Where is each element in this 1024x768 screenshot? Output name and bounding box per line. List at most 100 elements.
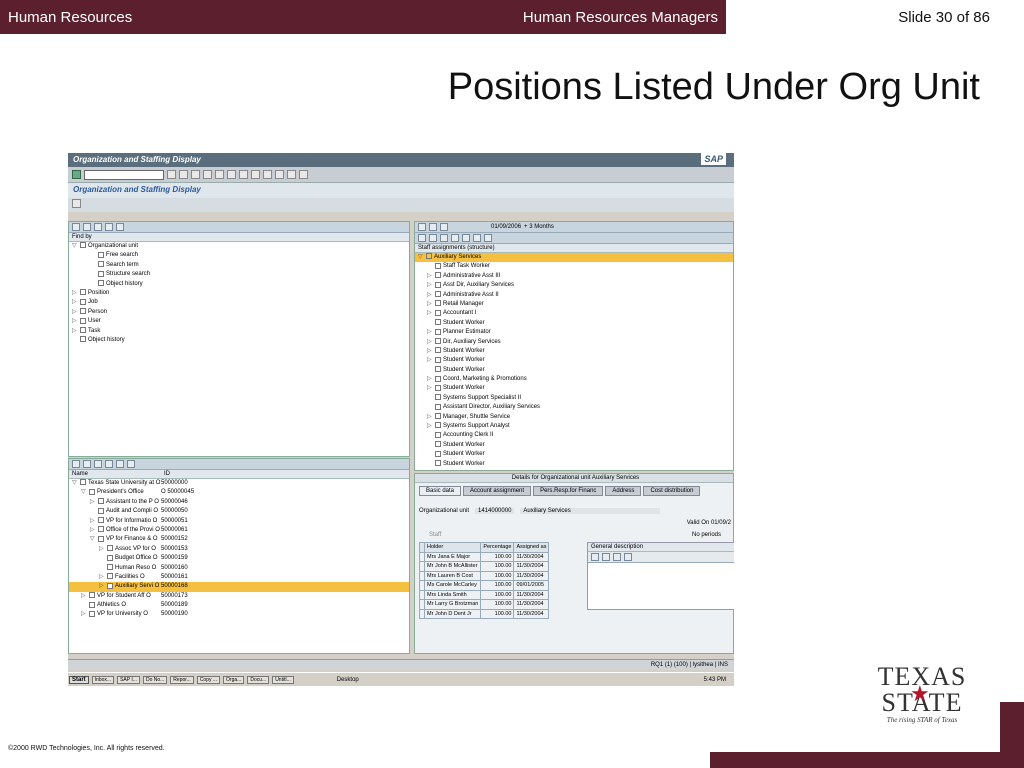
find-tree-icon[interactable] [83,460,91,468]
expand-triangle-icon[interactable]: ▷ [72,317,80,326]
org-tree-row[interactable]: ▷ Office of the Provi O50000061 [69,526,409,535]
key-date[interactable]: 01/09/2006 [491,224,521,230]
cut-icon[interactable] [591,553,599,561]
taskbar-button[interactable]: Inbox... [91,675,115,684]
org-tree-row[interactable]: ▷ Facilities O 50000161 [69,573,409,582]
org-tree-row[interactable]: Human Reso O 50000160 [69,563,409,573]
help-icon[interactable] [299,170,308,179]
staff-row[interactable]: ▷ Asst Dir, Auxiliary Services [415,281,733,290]
table-row[interactable]: Ms Carole McCarley 100.00 09/01/2005 [419,580,550,591]
taskbar-button[interactable]: Do No... [142,675,168,684]
orgunit-name[interactable]: Auxiliary Services [520,508,661,514]
print-list-icon[interactable] [451,234,459,242]
staff-row[interactable]: ▷ Retail Manager [415,300,733,309]
findby-item[interactable]: Object history [69,336,409,345]
table-row[interactable]: Mrs Linda Smith 100.00 11/30/2004 [419,589,550,600]
filter-icon[interactable] [116,223,124,231]
expand-triangle-icon[interactable]: ▽ [72,479,80,488]
org-tree-row[interactable]: ▷ VP for Informatio O 50000051 [69,516,409,526]
staff-row[interactable]: ▷ Coord, Marketing & Promotions [415,375,733,384]
expand-triangle-icon[interactable]: ▷ [427,309,435,318]
findby-item[interactable]: ▷ Task [69,326,409,336]
expand-triangle-icon[interactable]: ▷ [99,545,107,554]
org-tree-row[interactable]: ▷ Assistant to the P O 50000046 [69,498,409,507]
staff-row[interactable]: Student Worker [415,450,733,459]
expand-triangle-icon[interactable]: ▷ [81,592,89,601]
staff-row[interactable]: Staff Task Worker [415,262,733,271]
tab-account-assignment[interactable]: Account assignment [463,486,532,496]
staff-row[interactable]: ▷ Administrative Asst III [415,272,733,281]
next-page-icon[interactable] [263,170,272,179]
staff-row[interactable]: Assistant Director, Auxiliary Services [415,403,733,412]
table-row[interactable]: Mrs Jana E Major 100.00 11/30/2004 [419,551,550,562]
taskbar-button[interactable]: Docu... [247,675,270,684]
collapse-icon[interactable] [105,460,113,468]
staff-row[interactable]: Student Worker [415,441,733,450]
taskbar-button[interactable]: Copy ... [196,675,221,684]
tab-basic-data[interactable]: Basic data [419,486,462,496]
exit-icon[interactable] [191,170,200,179]
tab-address[interactable]: Address [605,486,642,496]
last-page-icon[interactable] [275,170,284,179]
grid-icon[interactable] [484,234,492,242]
table-row[interactable]: Mr John B McAllister 100.00 11/30/2004 [419,561,550,572]
expand-triangle-icon[interactable]: ▷ [72,298,80,307]
org-tree-row[interactable]: ▷ Assoc VP for O 50000153 [69,545,409,554]
staff-row[interactable]: Accounting Clerk II [415,431,733,440]
staff-row[interactable]: Student Worker [415,319,733,328]
forward-nav-icon[interactable] [83,223,91,231]
expand-triangle-icon[interactable]: ▽ [81,488,89,497]
new-session-icon[interactable] [287,170,296,179]
staff-row[interactable]: ▷ Student Worker [415,356,733,365]
staff-row[interactable]: ▷ Administrative Asst II [415,290,733,300]
up-icon[interactable] [429,234,437,242]
expand-triangle-icon[interactable]: ▷ [427,328,435,337]
expand-triangle-icon[interactable]: ▷ [81,610,89,619]
staff-row[interactable]: ▷ Planner Estimator [415,328,733,337]
expand-triangle-icon[interactable]: ▷ [427,375,435,384]
findby-item[interactable]: ▷ User [69,317,409,326]
undo-icon[interactable] [624,553,632,561]
expand-triangle-icon[interactable]: ▷ [72,308,80,317]
back-nav-icon[interactable] [72,223,80,231]
orgunit-id[interactable]: 1414000000 [475,508,515,514]
expand-triangle-icon[interactable]: ▷ [427,338,435,347]
tab-cost-distribution[interactable]: Cost distribution [643,486,701,496]
list-icon[interactable] [105,223,113,231]
findby-item[interactable]: ▷ Job [69,298,409,307]
staff-checkbox-label[interactable]: Staff [429,532,441,538]
expand-triangle-icon[interactable]: ▷ [427,281,435,290]
column-icon[interactable] [116,460,124,468]
org-tree-row[interactable]: Audit and Compli O 50000050 [69,507,409,516]
org-tree-row[interactable]: ▷ Auxiliary Servi O 50000168 [69,582,409,592]
table-row[interactable]: Mrs Lauren B Cost 100.00 11/30/2004 [419,570,550,581]
find-icon[interactable] [227,170,236,179]
staff-row[interactable]: ▷ Manager, Shuttle Service [415,413,733,422]
expand-triangle-icon[interactable]: ▷ [427,291,435,300]
view-icon[interactable] [72,460,80,468]
staff-row[interactable]: ▷ Student Worker [415,347,733,356]
staff-row[interactable]: ▽ Auxiliary Services [415,253,733,263]
copy-icon[interactable] [602,553,610,561]
findby-item[interactable]: ▷ Person [69,308,409,317]
print-icon[interactable] [215,170,224,179]
back-icon[interactable] [418,223,426,231]
paste-icon[interactable] [613,553,621,561]
prev-page-icon[interactable] [251,170,260,179]
expand-triangle-icon[interactable]: ▷ [427,356,435,365]
hide-icon[interactable] [94,223,102,231]
findby-item[interactable]: Search term [69,261,409,270]
first-page-icon[interactable] [239,170,248,179]
expand-triangle-icon[interactable]: ▷ [427,384,435,393]
start-button[interactable]: Start [69,675,89,684]
expand-triangle-icon[interactable]: ▽ [418,253,426,262]
no-periods[interactable]: No periods [692,532,721,538]
findby-item[interactable]: Object history [69,279,409,289]
staff-row[interactable]: Student Worker [415,460,733,469]
staff-row[interactable]: ▷ Student Worker [415,384,733,393]
org-tree-row[interactable]: ▽ VP for Finance & O 50000152 [69,535,409,544]
calendar-icon[interactable] [440,223,448,231]
findby-item[interactable]: Structure search [69,270,409,279]
find-list-icon[interactable] [462,234,470,242]
findby-item[interactable]: ▷ Position [69,289,409,298]
